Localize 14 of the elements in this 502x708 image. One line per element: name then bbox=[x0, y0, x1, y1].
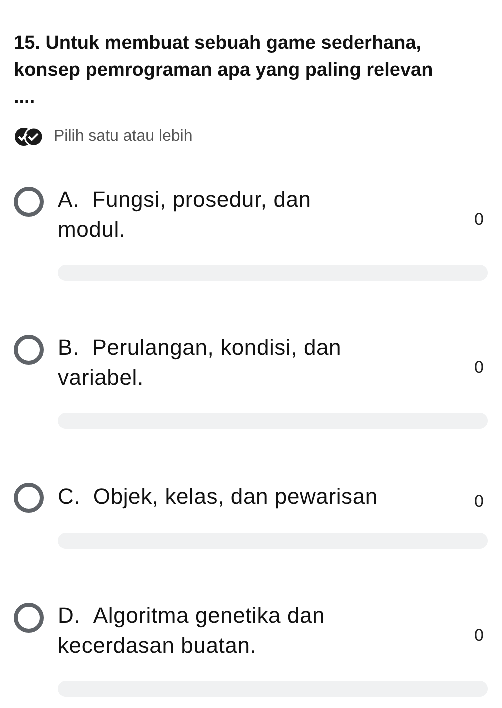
option-label[interactable]: D. Algoritma genetika dan kecerdasan buatan. bbox=[58, 601, 475, 661]
radio-button[interactable] bbox=[14, 187, 44, 217]
hint-text: Pilih satu atau lebih bbox=[54, 128, 193, 146]
vote-count: 0 bbox=[474, 210, 484, 230]
vote-count: 0 bbox=[474, 492, 484, 512]
vote-count: 0 bbox=[474, 358, 484, 378]
radio-button[interactable] bbox=[14, 603, 44, 633]
option-label[interactable]: C. Objek, kelas, dan pewarisan bbox=[58, 482, 475, 512]
option-label[interactable]: A. Fungsi, prosedur, dan modul. bbox=[58, 185, 475, 245]
option-label[interactable]: B. Perulangan, kondisi, dan variabel. bbox=[58, 333, 475, 393]
radio-button[interactable] bbox=[14, 335, 44, 365]
vote-count: 0 bbox=[474, 626, 484, 646]
radio-button[interactable] bbox=[14, 483, 44, 513]
question-text: 15. Untuk membuat sebuah game sederhana, konsep pemrograman apa yang paling relevan .... bbox=[14, 32, 434, 110]
